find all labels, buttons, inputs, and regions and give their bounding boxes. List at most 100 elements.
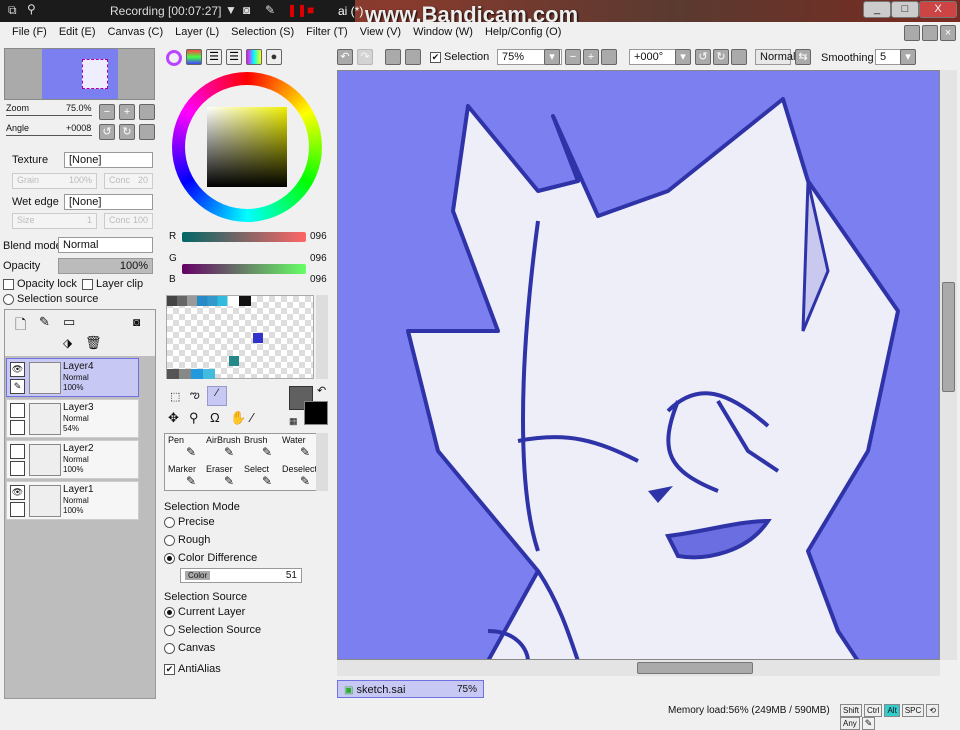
tool-select[interactable]: Select ✎ (244, 464, 272, 494)
opacity-lock-checkbox[interactable]: Opacity lock (3, 278, 77, 290)
opacity-slider[interactable]: 100% (58, 258, 153, 274)
rgb-slider-tab[interactable] (186, 49, 202, 65)
nav-rotate-right-button[interactable]: ↻ (119, 124, 135, 140)
tool-airbrush[interactable]: AirBrush ✎ (206, 435, 241, 465)
selection-source-radio[interactable]: Selection source (3, 293, 98, 305)
menu-window[interactable]: Window (W) (407, 22, 479, 42)
dropdown-icon[interactable]: ▼ (225, 3, 237, 17)
navigator-viewport[interactable] (82, 59, 108, 89)
drawing-canvas[interactable] (337, 70, 940, 660)
rotate-reset-button[interactable] (731, 49, 747, 65)
menu-help[interactable]: Help/Config (O) (479, 22, 567, 42)
nav-zoom-in-button[interactable]: + (119, 104, 135, 120)
layer-mask-icon[interactable]: ◙ (133, 315, 140, 329)
doc-minimize-button[interactable] (904, 25, 920, 41)
nav-zoom-reset-button[interactable] (139, 104, 155, 120)
menu-filter[interactable]: Filter (T) (300, 22, 354, 42)
selection-toggle[interactable]: ✔ Selection (430, 51, 489, 63)
zoom-in-button[interactable]: + (583, 49, 599, 65)
hand-tool-icon[interactable]: ✋ (230, 410, 246, 426)
menu-edit[interactable]: Edit (E) (53, 22, 102, 42)
clear-layer-icon[interactable]: ⬗ (63, 336, 72, 350)
wet-edge-select[interactable]: [None] (64, 194, 153, 210)
tool-water[interactable]: Water ✎ (282, 435, 310, 465)
minimize-button[interactable]: _ (863, 1, 891, 18)
smoothing-dropdown-icon[interactable]: ▾ (900, 49, 916, 65)
angle-select[interactable]: +000° (629, 49, 679, 65)
angle-slider[interactable] (6, 135, 92, 136)
new-linework-layer-icon[interactable]: ✎ (39, 314, 50, 330)
hsv-slider-tab[interactable]: ☰ (206, 49, 222, 65)
blend-normal-button[interactable]: Normal (755, 49, 795, 65)
layer-lock-toggle[interactable] (10, 461, 25, 476)
selection-source-option[interactable]: Current Layer (164, 606, 245, 618)
nav-zoom-out-button[interactable]: − (99, 104, 115, 120)
selection-source-option[interactable]: Canvas (164, 642, 215, 654)
vertical-scroll-thumb[interactable] (942, 282, 955, 392)
stop-icon[interactable]: ■ (307, 3, 314, 17)
vertical-scrollbar[interactable] (940, 70, 957, 660)
zoom-reset-button[interactable] (601, 49, 617, 65)
pencil-icon[interactable]: ✎ (10, 379, 25, 394)
tool-palette-scrollbar[interactable] (316, 433, 328, 491)
tool-deselect[interactable]: Deselect ✎ (282, 464, 317, 494)
nav-rotate-reset-button[interactable] (139, 124, 155, 140)
redo-button[interactable]: ↷ (357, 49, 373, 65)
delete-layer-icon[interactable]: 🗑 (85, 335, 102, 351)
eyedropper-tool-icon[interactable]: ⁄ (251, 410, 253, 425)
magic-wand-tool-icon[interactable]: ⁄ (207, 386, 227, 406)
menu-layer[interactable]: Layer (L) (169, 22, 225, 42)
secondary-color-swatch[interactable] (304, 401, 328, 425)
invert-selection-button[interactable] (405, 49, 421, 65)
selection-mode-option[interactable]: Color Difference (164, 552, 257, 564)
zoom-tool-icon[interactable]: ⚲ (189, 410, 199, 426)
rect-select-tool-icon[interactable]: ⬚ (170, 390, 180, 403)
swatch-scrollbar[interactable] (316, 295, 328, 379)
close-button[interactable]: X (919, 1, 957, 18)
tool-eraser[interactable]: Eraser ✎ (206, 464, 234, 494)
color-wheel-tab[interactable] (166, 50, 182, 66)
color-wheel[interactable] (172, 72, 322, 222)
blend-mode-select[interactable]: Normal (58, 237, 153, 253)
rotate-tool-icon[interactable]: Ω (210, 410, 220, 425)
r-slider[interactable] (182, 232, 306, 242)
document-tab[interactable]: ▣ sketch.sai 75% (337, 680, 484, 698)
pencil-icon[interactable]: ✎ (265, 3, 275, 17)
selection-mode-option[interactable]: Precise (164, 516, 215, 528)
swatches-tab[interactable] (246, 49, 262, 65)
lasso-tool-icon[interactable]: ఌ (190, 389, 200, 404)
new-layer-icon[interactable]: 🗋 (15, 314, 26, 338)
menu-selection[interactable]: Selection (S) (225, 22, 300, 42)
layer-item[interactable]: 👁 ✎ Layer4 Normal 100% (6, 358, 139, 397)
selection-source-option[interactable]: Selection Source (164, 624, 261, 636)
mixer-tab[interactable]: ☰ (226, 49, 242, 65)
horizontal-scrollbar[interactable] (337, 660, 940, 676)
tool-pen[interactable]: Pen ✎ (168, 435, 196, 465)
menu-view[interactable]: View (V) (354, 22, 407, 42)
flip-button[interactable]: ⇆ (795, 49, 811, 65)
layer-item[interactable]: 👁 Layer1 Normal 100% (6, 481, 139, 520)
zoom-slider[interactable] (6, 115, 92, 116)
layer-item[interactable]: Layer2 Normal 100% (6, 440, 139, 479)
eye-icon[interactable]: 👁 (10, 485, 25, 500)
swap-colors-icon[interactable]: ↶ (317, 384, 326, 397)
move-tool-icon[interactable]: ✥ (168, 410, 179, 426)
pause-icon[interactable]: ❚❚ (287, 3, 307, 17)
zoom-dropdown-icon[interactable]: ▾ (544, 49, 560, 65)
g-slider[interactable] (182, 264, 306, 274)
menu-canvas[interactable]: Canvas (C) (102, 22, 170, 42)
rotate-right-button[interactable]: ↻ (713, 49, 729, 65)
doc-close-button[interactable]: × (940, 25, 956, 41)
tool-brush[interactable]: Brush ✎ (244, 435, 272, 465)
maximize-button[interactable]: □ (891, 1, 919, 18)
selection-mode-option[interactable]: Rough (164, 534, 210, 546)
rotate-left-button[interactable]: ↺ (695, 49, 711, 65)
doc-restore-button[interactable] (922, 25, 938, 41)
transparent-color-icon[interactable]: ▦ (289, 416, 298, 427)
deselect-button[interactable] (385, 49, 401, 65)
layer-item[interactable]: Layer3 Normal 54% (6, 399, 139, 438)
zoom-out-button[interactable]: − (565, 49, 581, 65)
antialias-checkbox[interactable]: ✔ AntiAlias (164, 663, 221, 675)
swatch-grid[interactable] (166, 295, 314, 379)
menu-file[interactable]: File (F) (0, 22, 53, 42)
